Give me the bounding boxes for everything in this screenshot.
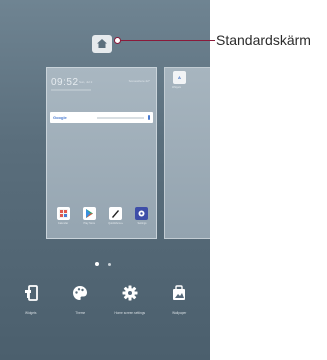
widget-app-icon: A bbox=[173, 71, 186, 84]
wallpaper-icon bbox=[169, 283, 189, 303]
callout-marker bbox=[114, 37, 121, 44]
page-dot-active bbox=[95, 262, 99, 266]
set-default-home-button[interactable] bbox=[92, 35, 112, 53]
app-play-store[interactable]: Play Store bbox=[80, 207, 98, 227]
widgets-icon bbox=[21, 283, 41, 303]
app-label: Play Store bbox=[83, 222, 96, 225]
gear-icon bbox=[120, 283, 140, 303]
clock-subline bbox=[51, 89, 91, 91]
option-label: Theme bbox=[75, 311, 86, 315]
play-store-icon bbox=[82, 207, 96, 220]
google-logo: Google bbox=[53, 115, 67, 120]
callout-label: Standardskärm bbox=[216, 32, 311, 48]
search-placeholder-bar bbox=[96, 116, 144, 119]
option-label: Home screen settings bbox=[114, 311, 146, 315]
settings-app-icon bbox=[135, 207, 149, 220]
widgets-option[interactable]: Widgets bbox=[8, 283, 54, 343]
option-label: Wallpaper bbox=[172, 311, 187, 315]
weather-text: Somewhere 22° bbox=[128, 79, 150, 83]
app-dock: Calendar Play Store QuickMemo+ Settings bbox=[51, 207, 154, 227]
palette-icon bbox=[70, 283, 90, 303]
app-label: Settings bbox=[137, 222, 147, 225]
widget-app-label: Widgets bbox=[172, 86, 182, 89]
clock-widget: 09:52 bbox=[51, 77, 79, 88]
home-icon bbox=[97, 35, 107, 53]
edit-options-bar: Widgets Theme Home screen settings Wallp… bbox=[0, 283, 210, 343]
home-page-preview-2[interactable]: A Widgets bbox=[164, 67, 210, 239]
date-text: Sun, Jul 2 bbox=[79, 80, 93, 84]
app-calendar[interactable]: Calendar bbox=[54, 207, 72, 227]
app-qmemo[interactable]: QuickMemo+ bbox=[107, 207, 125, 227]
home-page-preview[interactable]: 09:52 Sun, Jul 2 Somewhere 22° Google Ca… bbox=[46, 67, 157, 239]
page-indicator bbox=[95, 262, 111, 266]
mic-icon[interactable] bbox=[148, 115, 150, 120]
pen-icon bbox=[109, 207, 123, 220]
wallpaper-option[interactable]: Wallpaper bbox=[156, 283, 202, 343]
app-label: QuickMemo+ bbox=[108, 222, 124, 225]
option-label: Widgets bbox=[24, 311, 37, 315]
app-settings[interactable]: Settings bbox=[133, 207, 151, 227]
google-search-bar[interactable]: Google bbox=[50, 112, 153, 123]
theme-option[interactable]: Theme bbox=[57, 283, 103, 343]
callout-line bbox=[117, 40, 215, 41]
page-dot bbox=[108, 262, 111, 266]
home-screen-edit-view: 09:52 Sun, Jul 2 Somewhere 22° Google Ca… bbox=[0, 0, 210, 360]
home-settings-option[interactable]: Home screen settings bbox=[107, 283, 153, 343]
app-label: Calendar bbox=[57, 222, 69, 225]
calendar-icon bbox=[56, 207, 70, 220]
